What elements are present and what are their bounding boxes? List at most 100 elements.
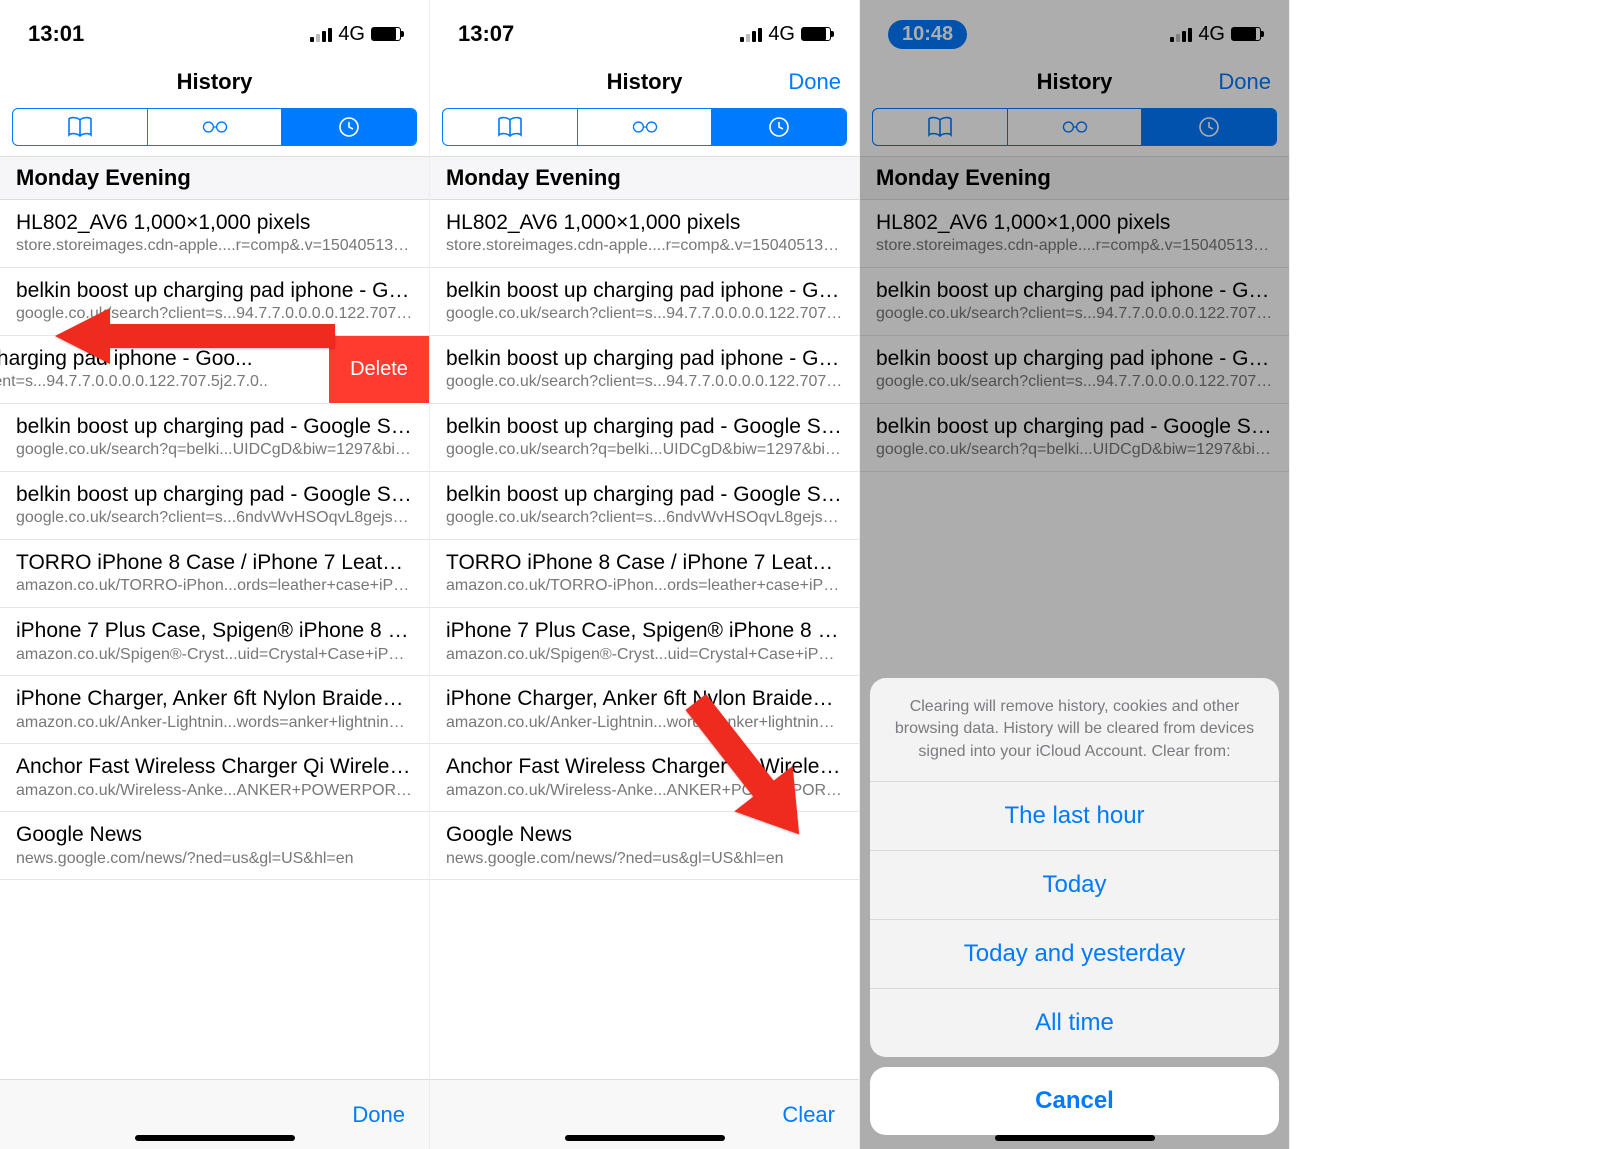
segmented-control[interactable]: [442, 108, 847, 146]
row-title: boost up charging pad iphone - Goo...: [0, 346, 313, 372]
cancel-button[interactable]: Cancel: [870, 1067, 1279, 1135]
clear-today-yesterday[interactable]: Today and yesterday: [870, 920, 1279, 989]
row-url: google.co.uk/search?client=s...94.7.7.0.…: [16, 304, 413, 325]
signal-icon: [310, 26, 332, 42]
history-list[interactable]: HL802_AV6 1,000×1,000 pixelsstore.storei…: [430, 200, 859, 880]
row-url: google.co.uk/search?client=s...94.7.7.0.…: [446, 372, 843, 393]
row-url: google.co.uk/search?q=belki...UIDCgD&biw…: [16, 440, 413, 461]
history-row[interactable]: belkin boost up charging pad - Google Se…: [430, 404, 859, 472]
history-row[interactable]: TORRO iPhone 8 Case / iPhone 7 Leather..…: [430, 540, 859, 608]
clear-button[interactable]: Clear: [782, 1102, 835, 1128]
home-indicator[interactable]: [565, 1135, 725, 1141]
row-url: amazon.co.uk/Wireless-Anke...ANKER+POWER…: [16, 781, 413, 802]
history-row[interactable]: Google Newsnews.google.com/news/?ned=us&…: [430, 812, 859, 880]
history-row[interactable]: Anchor Fast Wireless Charger Qi Wireless…: [0, 744, 429, 812]
tab-reading-list[interactable]: [578, 109, 713, 145]
history-list[interactable]: HL802_AV6 1,000×1,000 pixels store.store…: [0, 200, 429, 880]
page-title: History: [607, 69, 683, 95]
tab-bookmarks[interactable]: [443, 109, 578, 145]
row-url: google.co.uk/search?q=belki...UIDCgD&biw…: [446, 440, 843, 461]
history-row[interactable]: iPhone Charger, Anker 6ft Nylon Braided …: [0, 676, 429, 744]
row-url: amazon.co.uk/Spigen®-Cryst...uid=Crystal…: [446, 645, 843, 666]
row-url: amazon.co.uk/Anker-Lightnin...words=anke…: [16, 713, 413, 734]
home-indicator[interactable]: [135, 1135, 295, 1141]
row-url: news.google.com/news/?ned=us&gl=US&hl=en: [16, 849, 413, 870]
row-title: belkin boost up charging pad - Google Se…: [446, 482, 843, 508]
glasses-icon: [631, 116, 659, 138]
row-title: Google News: [446, 822, 843, 848]
clear-today[interactable]: Today: [870, 851, 1279, 920]
history-row[interactable]: boost up charging pad iphone - Goo... uk…: [0, 336, 329, 404]
row-title: belkin boost up charging pad - Google Se…: [446, 414, 843, 440]
status-bar: 13:07 4G: [430, 0, 859, 56]
screen-clear-sheet: 10:48 4G History Done Monday Evening HL8…: [860, 0, 1290, 1149]
status-time: 13:07: [458, 21, 514, 47]
history-row[interactable]: belkin boost up charging pad - Google Se…: [430, 472, 859, 540]
row-title: iPhone Charger, Anker 6ft Nylon Braided …: [16, 686, 413, 712]
nav-bar: History: [0, 56, 429, 108]
history-row[interactable]: TORRO iPhone 8 Case / iPhone 7 Leather..…: [0, 540, 429, 608]
tab-history[interactable]: [282, 109, 416, 145]
row-title: belkin boost up charging pad - Google Se…: [16, 414, 413, 440]
clear-all-time[interactable]: All time: [870, 989, 1279, 1057]
row-url: google.co.uk/search?client=s...94.7.7.0.…: [446, 304, 843, 325]
action-sheet: Clearing will remove history, cookies an…: [870, 678, 1279, 1135]
home-indicator[interactable]: [995, 1135, 1155, 1141]
status-bar: 13:01 4G: [0, 0, 429, 56]
signal-icon: [740, 26, 762, 42]
book-icon: [496, 116, 524, 138]
history-row[interactable]: HL802_AV6 1,000×1,000 pixelsstore.storei…: [430, 200, 859, 268]
row-title: iPhone Charger, Anker 6ft Nylon Braided …: [446, 686, 843, 712]
status-indicators: 4G: [310, 23, 401, 46]
row-url: store.storeimages.cdn-apple....r=comp&.v…: [446, 236, 843, 257]
status-indicators: 4G: [740, 23, 831, 46]
glasses-icon: [201, 116, 229, 138]
history-row[interactable]: belkin boost up charging pad iphone - Go…: [430, 268, 859, 336]
history-row[interactable]: iPhone Charger, Anker 6ft Nylon Braided …: [430, 676, 859, 744]
row-title: Google News: [16, 822, 413, 848]
history-row[interactable]: belkin boost up charging pad - Google Se…: [0, 404, 429, 472]
network-label: 4G: [338, 23, 365, 46]
section-header: Monday Evening: [0, 156, 429, 200]
tab-bookmarks[interactable]: [13, 109, 148, 145]
screen-clear-button: 13:07 4G History Done Monday Evening HL8…: [430, 0, 860, 1149]
row-url: google.co.uk/search?client=s...6ndvWvHSO…: [16, 508, 413, 529]
clear-last-hour[interactable]: The last hour: [870, 782, 1279, 851]
history-row[interactable]: Anchor Fast Wireless Charger Qi Wireless…: [430, 744, 859, 812]
row-title: belkin boost up charging pad iphone - Go…: [446, 278, 843, 304]
row-title: belkin boost up charging pad - Google Se…: [16, 482, 413, 508]
history-row[interactable]: belkin boost up charging pad iphone - Go…: [0, 268, 429, 336]
row-title: belkin boost up charging pad iphone - Go…: [446, 346, 843, 372]
history-row[interactable]: iPhone 7 Plus Case, Spigen® iPhone 8 Plu…: [430, 608, 859, 676]
tab-reading-list[interactable]: [148, 109, 283, 145]
book-icon: [66, 116, 94, 138]
row-url: news.google.com/news/?ned=us&gl=US&hl=en: [446, 849, 843, 870]
history-row[interactable]: belkin boost up charging pad iphone - Go…: [430, 336, 859, 404]
segmented-control[interactable]: [12, 108, 417, 146]
section-header: Monday Evening: [430, 156, 859, 200]
history-row[interactable]: HL802_AV6 1,000×1,000 pixels store.store…: [0, 200, 429, 268]
done-button[interactable]: Done: [352, 1102, 405, 1128]
done-button[interactable]: Done: [788, 69, 841, 95]
history-row[interactable]: iPhone 7 Plus Case, Spigen® iPhone 8 Plu…: [0, 608, 429, 676]
row-title: TORRO iPhone 8 Case / iPhone 7 Leather..…: [446, 550, 843, 576]
row-url: amazon.co.uk/TORRO-iPhon...ords=leather+…: [16, 576, 413, 597]
history-row[interactable]: Google News news.google.com/news/?ned=us…: [0, 812, 429, 880]
action-sheet-message: Clearing will remove history, cookies an…: [870, 678, 1279, 782]
clock-icon: [765, 116, 793, 138]
row-title: iPhone 7 Plus Case, Spigen® iPhone 8 Plu…: [16, 618, 413, 644]
history-row[interactable]: belkin boost up charging pad - Google Se…: [0, 472, 429, 540]
row-url: amazon.co.uk/Wireless-Anke...ANKER+POWER…: [446, 781, 843, 802]
nav-bar: History Done: [430, 56, 859, 108]
delete-button[interactable]: Delete: [329, 336, 429, 403]
row-url: store.storeimages.cdn-apple....r=comp&.v…: [16, 236, 413, 257]
row-title: TORRO iPhone 8 Case / iPhone 7 Leather..…: [16, 550, 413, 576]
network-label: 4G: [768, 23, 795, 46]
row-title: belkin boost up charging pad iphone - Go…: [16, 278, 413, 304]
row-url: google.co.uk/search?client=s...6ndvWvHSO…: [446, 508, 843, 529]
page-title: History: [177, 69, 253, 95]
row-url: uk/search?client=s...94.7.7.0.0.0.0.122.…: [0, 372, 313, 393]
row-title: Anchor Fast Wireless Charger Qi Wireless…: [16, 754, 413, 780]
tab-history[interactable]: [712, 109, 846, 145]
row-url: amazon.co.uk/Spigen®-Cryst...uid=Crystal…: [16, 645, 413, 666]
